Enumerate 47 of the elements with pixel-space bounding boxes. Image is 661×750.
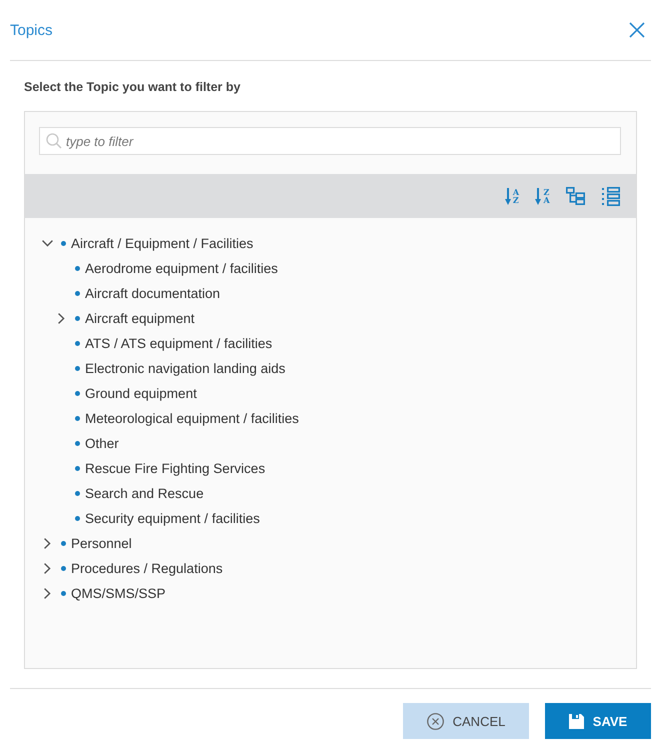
chevron-down-icon[interactable] bbox=[42, 240, 52, 247]
save-button[interactable]: SAVE bbox=[545, 703, 651, 739]
chevron-right-icon[interactable] bbox=[44, 588, 50, 599]
bullet-dot-icon bbox=[75, 491, 80, 496]
down-arrow-icon bbox=[535, 188, 542, 204]
bullet-dot-icon bbox=[75, 466, 80, 471]
close-icon[interactable] bbox=[629, 22, 645, 38]
tree-view-icon[interactable] bbox=[566, 187, 585, 205]
tree-item-label[interactable]: Procedures / Regulations bbox=[71, 561, 223, 576]
instruction-text: Select the Topic you want to filter by bbox=[24, 79, 240, 95]
bullet-dot-icon bbox=[75, 316, 80, 321]
bullet-dot-icon bbox=[61, 541, 66, 546]
bullet-dot-icon bbox=[75, 291, 80, 296]
tree-item-label[interactable]: Aerodrome equipment / facilities bbox=[85, 261, 278, 276]
tree-item-label[interactable]: Security equipment / facilities bbox=[85, 511, 260, 526]
tree-item-label[interactable]: Personnel bbox=[71, 536, 132, 551]
filter-field[interactable]: type to filter bbox=[39, 127, 621, 155]
tree-item-label[interactable]: QMS/SMS/SSP bbox=[71, 586, 166, 601]
circle-x-icon bbox=[426, 712, 444, 730]
tree-item-label[interactable]: Aircraft equipment bbox=[85, 311, 195, 326]
bullet-dot-icon bbox=[75, 441, 80, 446]
search-icon bbox=[46, 133, 62, 149]
chevron-right-icon[interactable] bbox=[44, 538, 50, 549]
tree-item-label[interactable]: Aircraft documentation bbox=[85, 286, 220, 301]
list-view-icon[interactable] bbox=[602, 186, 620, 206]
chevron-right-icon[interactable] bbox=[44, 563, 50, 574]
bullet-dot-icon bbox=[75, 266, 80, 271]
dialog-title: Topics bbox=[10, 22, 53, 38]
cancel-button[interactable]: CANCEL bbox=[403, 703, 529, 739]
bullet-dot-icon bbox=[61, 566, 66, 571]
tree-item-label[interactable]: Electronic navigation landing aids bbox=[85, 361, 286, 376]
tree-item-label[interactable]: ATS / ATS equipment / facilities bbox=[85, 336, 272, 351]
tree-item-label[interactable]: Rescue Fire Fighting Services bbox=[85, 461, 266, 476]
tree-item-label[interactable]: Aircraft / Equipment / Facilities bbox=[71, 236, 254, 251]
tree-item-label[interactable]: Ground equipment bbox=[85, 386, 197, 401]
bullet-dot-icon bbox=[61, 591, 66, 596]
bullet-dot-icon bbox=[75, 391, 80, 396]
tree-item-label[interactable]: Meteorological equipment / facilities bbox=[85, 411, 299, 426]
bullet-dot-icon bbox=[61, 241, 66, 246]
chevron-right-icon[interactable] bbox=[58, 313, 64, 324]
bullet-dot-icon bbox=[75, 341, 80, 346]
tree-item-label[interactable]: Other bbox=[85, 436, 119, 451]
tree-item-label[interactable]: Search and Rescue bbox=[85, 486, 204, 501]
bullet-dot-icon bbox=[75, 516, 80, 521]
bullet-dot-icon bbox=[75, 416, 80, 421]
bullet-dot-icon bbox=[75, 366, 80, 371]
down-arrow-icon bbox=[504, 188, 511, 204]
